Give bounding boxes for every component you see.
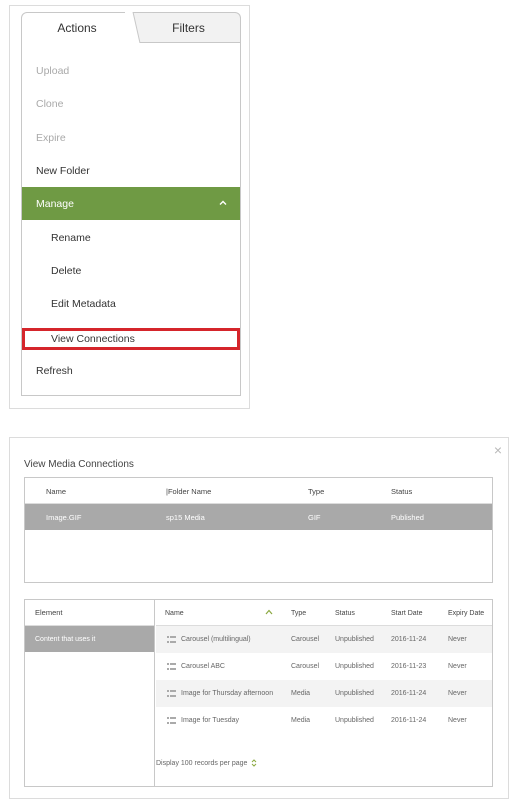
row-name-text: Carousel (multilingual): [181, 636, 251, 643]
column-header-type[interactable]: Type: [291, 600, 306, 626]
cell-start-date: 2016-11-24: [391, 636, 427, 643]
media-table: Name |Folder Name Type Status Image.GIF …: [24, 477, 493, 583]
cell-name: Image for Tuesday: [167, 707, 239, 734]
cell-start-date: 2016-11-24: [391, 717, 427, 724]
tab-filters-label: Filters: [172, 20, 205, 35]
stepper-arrows-icon[interactable]: [251, 759, 257, 767]
cell-name: Carousel ABC: [167, 653, 225, 680]
cell-start-date: 2016-11-24: [391, 690, 427, 697]
cell-status: Unpublished: [335, 663, 374, 670]
cell-folder-name: sp15 Media: [166, 512, 205, 522]
row-name-text: Image for Tuesday: [181, 717, 239, 724]
cell-expiry-date: Never: [448, 690, 467, 697]
menu-item-new-folder[interactable]: New Folder: [22, 154, 240, 187]
menu-item-label: Upload: [36, 64, 70, 77]
row-name-text: Carousel ABC: [181, 663, 225, 670]
highlight-box: [22, 328, 240, 350]
menu-item-delete[interactable]: Delete: [22, 254, 240, 287]
row-name-text: Image for Thursday afternoon: [181, 690, 274, 697]
cell-type: GIF: [308, 512, 321, 522]
menu-item-label: Clone: [36, 97, 64, 110]
menu-item-edit-metadata[interactable]: Edit Metadata: [22, 287, 240, 320]
element-row-content-that-uses-it[interactable]: Content that uses it: [25, 626, 154, 652]
tab-actions[interactable]: Actions: [21, 12, 133, 43]
column-header-element: Element: [25, 600, 154, 626]
cell-status: Unpublished: [335, 636, 374, 643]
pagination-footer[interactable]: Display 100 records per page: [156, 759, 257, 767]
menu-item-label: Edit Metadata: [51, 297, 116, 310]
menu-item-expire[interactable]: Expire: [22, 121, 240, 154]
column-header-type[interactable]: Type: [308, 478, 324, 504]
cell-type: Media: [291, 690, 311, 697]
element-column: Element Content that uses it: [25, 600, 155, 786]
menu-item-rename[interactable]: Rename: [22, 221, 240, 254]
menu-item-label: Manage: [36, 197, 74, 210]
tab-actions-label: Actions: [57, 21, 97, 35]
table-row[interactable]: Carousel (multilingual) Carousel Unpubli…: [156, 626, 492, 653]
close-icon[interactable]: ×: [494, 443, 502, 457]
chevron-up-icon: [219, 200, 227, 205]
connections-table: Element Content that uses it Name Type S…: [24, 599, 493, 787]
cell-name: Image for Thursday afternoon: [167, 680, 273, 707]
media-table-header: Name |Folder Name Type Status: [25, 478, 492, 504]
column-header-expiry-date[interactable]: Expiry Date: [448, 600, 484, 626]
cell-type: Carousel: [291, 663, 320, 670]
cell-expiry-date: Never: [448, 636, 467, 643]
menu-item-label: Expire: [36, 131, 66, 144]
cell-name: Carousel (multilingual): [167, 626, 251, 653]
content-item-icon: [167, 690, 176, 697]
view-media-connections-dialog: × View Media Connections Name |Folder Na…: [9, 437, 509, 799]
table-row[interactable]: Carousel ABC Carousel Unpublished 2016-1…: [156, 653, 492, 680]
column-header-name[interactable]: Name: [46, 478, 66, 504]
menu-item-label: New Folder: [36, 164, 90, 177]
tab-filters[interactable]: Filters: [129, 12, 241, 43]
column-header-name[interactable]: Name: [165, 600, 184, 626]
connections-table-header: Name Type Status Start Date Expiry Date: [156, 600, 492, 626]
column-header-folder-name[interactable]: |Folder Name: [166, 478, 211, 504]
menu-item-label: Refresh: [36, 364, 73, 377]
cell-start-date: 2016-11-23: [391, 663, 427, 670]
dialog-title: View Media Connections: [24, 459, 134, 470]
cell-status: Published: [391, 512, 424, 522]
column-header-status[interactable]: Status: [391, 478, 412, 504]
panel-tabs: Actions Filters: [21, 12, 241, 43]
menu-item-clone[interactable]: Clone: [22, 87, 240, 120]
column-header-status[interactable]: Status: [335, 600, 355, 626]
cell-expiry-date: Never: [448, 717, 467, 724]
content-item-icon: [167, 663, 176, 670]
column-header-start-date[interactable]: Start Date: [391, 600, 423, 626]
cell-status: Unpublished: [335, 690, 374, 697]
cell-name: Image.GIF: [46, 512, 82, 522]
content-item-icon: [167, 717, 176, 724]
tab-divider: [125, 12, 141, 43]
menu-item-label: Rename: [51, 231, 91, 244]
table-row[interactable]: Image for Thursday afternoon Media Unpub…: [156, 680, 492, 707]
records-per-page-label: Display 100 records per page: [156, 759, 248, 767]
menu-item-manage[interactable]: Manage: [22, 187, 240, 220]
sort-ascending-icon[interactable]: [265, 609, 273, 615]
actions-menu: Upload Clone Expire New Folder Manage Re…: [21, 42, 241, 396]
cell-status: Unpublished: [335, 717, 374, 724]
cell-type: Carousel: [291, 636, 320, 643]
cell-expiry-date: Never: [448, 663, 467, 670]
menu-item-upload[interactable]: Upload: [22, 54, 240, 87]
table-row[interactable]: Image.GIF sp15 Media GIF Published: [25, 504, 492, 530]
cell-type: Media: [291, 717, 311, 724]
menu-item-label: Delete: [51, 264, 82, 277]
content-item-icon: [167, 636, 176, 643]
menu-item-refresh[interactable]: Refresh: [22, 354, 240, 387]
table-row[interactable]: Image for Tuesday Media Unpublished 2016…: [156, 707, 492, 734]
